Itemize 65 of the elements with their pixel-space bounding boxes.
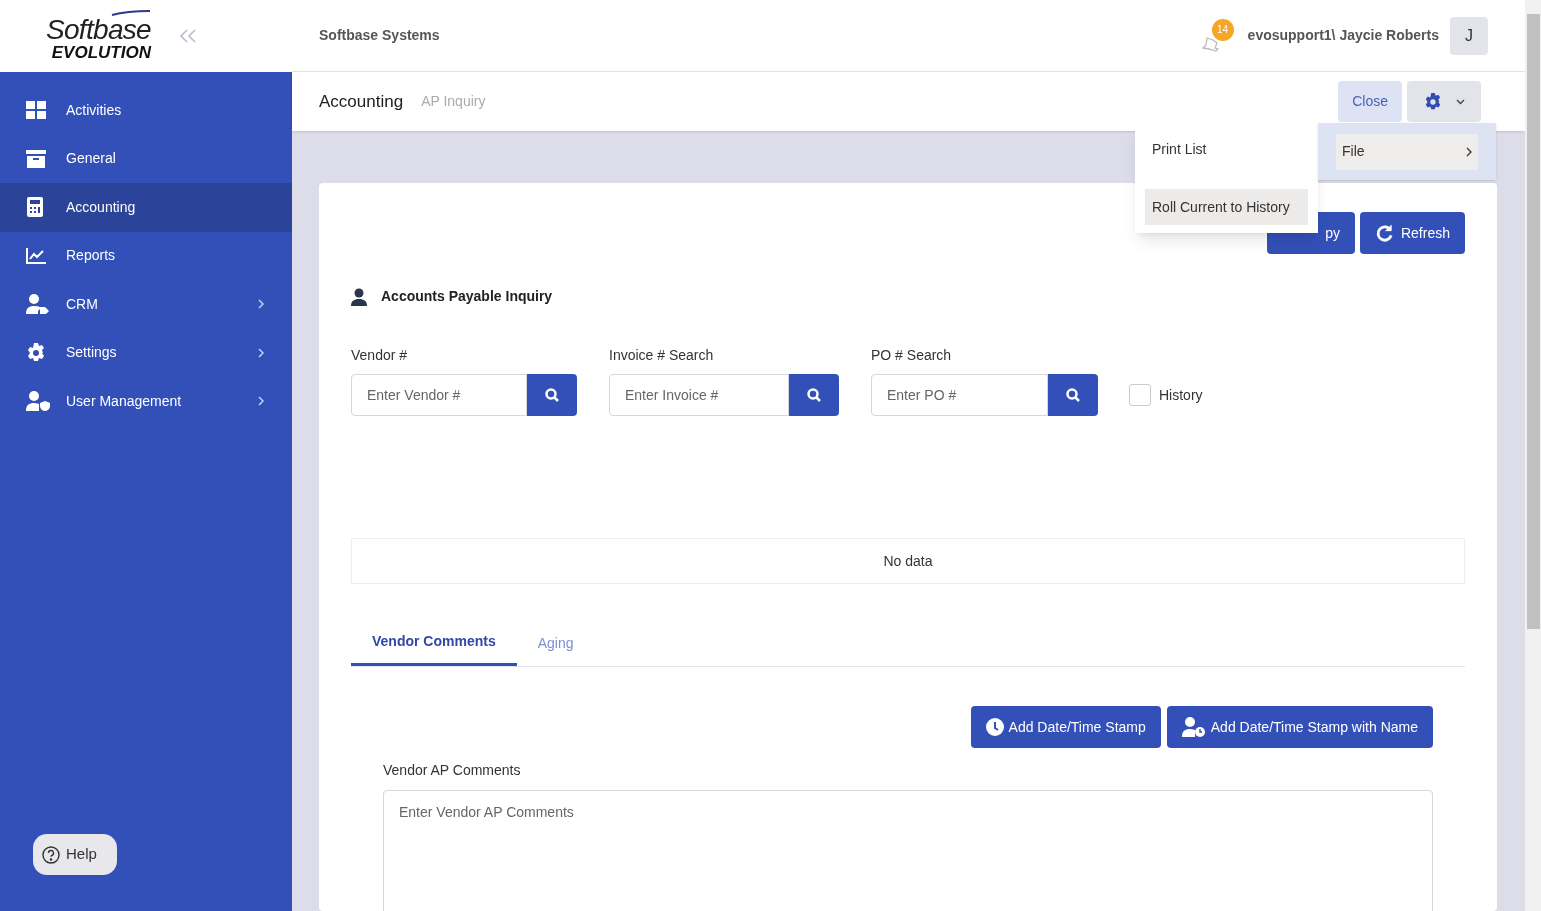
grid-icon [26,101,46,120]
sidebar-item[interactable]: Activities [0,86,292,135]
search-field[interactable]: Enter Vendor # [351,374,527,416]
company-name: Softbase Systems [319,26,440,45]
checkbox-label: History [1159,385,1203,405]
page-subtitle: AP Inquiry [421,92,486,111]
logo-wordmark: Softbase [46,16,151,44]
gear-icon [26,342,46,363]
close-button[interactable]: Close [1338,81,1402,122]
notification-count: 14 [1211,18,1234,41]
help-button[interactable]: Help [33,834,117,875]
logo-subtitle: EVOLUTION [51,44,151,62]
chart-icon [26,247,46,264]
chevron-right-icon [258,396,264,407]
swoosh-icon [110,10,151,16]
archive-icon [26,149,46,168]
refresh-icon [1374,223,1394,243]
field-label: Vendor # [351,346,409,365]
empty-message: No data [883,551,933,571]
chevron-right-icon [1466,146,1472,157]
scrollbar[interactable] [1525,0,1541,911]
search-button[interactable] [527,374,577,416]
tab[interactable]: Vendor Comments [351,620,517,666]
chevron-right-icon [258,299,264,310]
field-label: Invoice # Search [609,346,715,365]
search-icon [1066,388,1080,402]
help-icon [42,845,60,864]
user-avatar[interactable]: J [1450,16,1488,55]
user-shield-icon [26,391,50,412]
sidebar-item[interactable]: General [0,134,292,183]
search-button[interactable] [789,374,839,416]
refresh-button[interactable]: Refresh [1359,212,1465,254]
field-label: Vendor AP Comments [383,761,522,780]
settings-icon [1423,92,1442,111]
scrollbar-thumb[interactable] [1526,14,1540,629]
menu-item[interactable]: File [1336,133,1478,170]
sidebar-item[interactable]: Settings [0,328,292,377]
collapse-icon[interactable] [178,29,197,43]
clock-icon [985,718,1004,736]
menu-item[interactable]: Roll Current to History [1145,189,1308,225]
sidebar-item[interactable]: User Management [0,377,292,426]
comments-field[interactable]: Enter Vendor AP Comments [383,790,1433,911]
user-name: evosupport1\ Jaycie Roberts [1247,26,1439,45]
calculator-icon [26,197,44,218]
stamp-button[interactable]: Add Date/Time Stamp with Name [1166,706,1433,748]
page-title: Accounting [319,90,404,113]
settings-dropdown-button[interactable] [1407,81,1481,122]
field-label: PO # Search [871,346,953,365]
section-title: Accounts Payable Inquiry [381,287,553,306]
search-button[interactable] [1048,374,1098,416]
menu-item[interactable]: Print List [1145,131,1308,167]
sidebar-item[interactable]: CRM [0,280,292,329]
user-icon [351,287,367,306]
search-field[interactable]: Enter Invoice # [609,374,789,416]
search-field[interactable]: Enter PO # [871,374,1048,416]
chevron-right-icon [258,347,264,358]
caret-icon [1455,98,1465,105]
search-icon [807,388,821,402]
sidebar-item[interactable]: Reports [0,231,292,280]
sidebar-item[interactable]: Accounting [0,183,292,232]
user-tag-icon [26,294,50,315]
user-clock-icon [1181,717,1206,737]
history-checkbox[interactable] [1129,384,1151,406]
stamp-button[interactable]: Add Date/Time Stamp [970,706,1161,748]
search-icon [545,388,559,402]
